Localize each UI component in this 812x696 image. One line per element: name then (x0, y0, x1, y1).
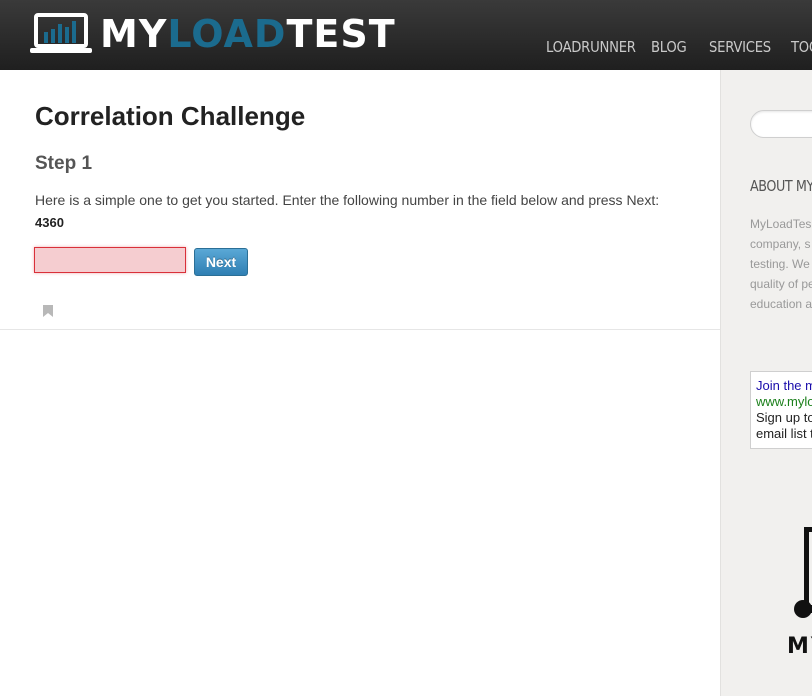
nav-services[interactable]: SERVICES (709, 38, 771, 56)
logo-wordmark: MYLOADTEST (100, 12, 396, 56)
sidebar-logo-text: MY (787, 634, 812, 659)
sidebar-logo-icon (794, 527, 812, 618)
about-line: education a (750, 297, 812, 311)
about-text: MyLoadTes company, s testing. We quality… (750, 214, 812, 314)
laptop-chart-logo-icon (30, 13, 92, 53)
step-title: Step 1 (35, 153, 93, 174)
answer-input[interactable] (34, 247, 186, 273)
site-logo[interactable]: MYLOADTEST (30, 12, 396, 56)
page-title: Correlation Challenge (35, 101, 306, 131)
nav-tools[interactable]: TOO (791, 38, 812, 56)
site-header: MYLOADTEST LOADRUNNER BLOG SERVICES TOO (0, 0, 812, 70)
logo-part-load: LOAD (167, 12, 287, 56)
about-line: company, s (750, 237, 811, 251)
about-heading: ABOUT MY (750, 177, 812, 195)
challenge-number: 4360 (35, 215, 64, 230)
bookmark-icon[interactable] (42, 305, 54, 317)
ad-description: Sign up to (756, 410, 812, 425)
main-nav: LOADRUNNER BLOG SERVICES TOO (546, 38, 812, 56)
nav-loadrunner[interactable]: LOADRUNNER (546, 38, 636, 56)
ad-description: email list t (756, 426, 812, 441)
sidebar-search-input[interactable] (750, 110, 812, 138)
instructions-text: Here is a simple one to get you started.… (35, 192, 660, 208)
ad-title-link[interactable]: Join the m (756, 378, 812, 394)
main-content: Correlation Challenge Step 1 Here is a s… (0, 70, 720, 696)
logo-part-my: MY (100, 12, 168, 56)
content-divider (0, 329, 720, 330)
ad-url: www.mylo (756, 394, 812, 409)
nav-blog[interactable]: BLOG (651, 38, 687, 56)
ad-box[interactable]: Join the m www.mylo Sign up to email lis… (750, 371, 812, 449)
about-line: quality of pe (750, 277, 812, 291)
next-button[interactable]: Next (194, 248, 248, 276)
about-line: MyLoadTes (750, 217, 812, 231)
about-line: testing. We (750, 257, 810, 271)
sidebar: ABOUT MY MyLoadTes company, s testing. W… (720, 70, 812, 696)
logo-part-test: TEST (286, 12, 396, 56)
